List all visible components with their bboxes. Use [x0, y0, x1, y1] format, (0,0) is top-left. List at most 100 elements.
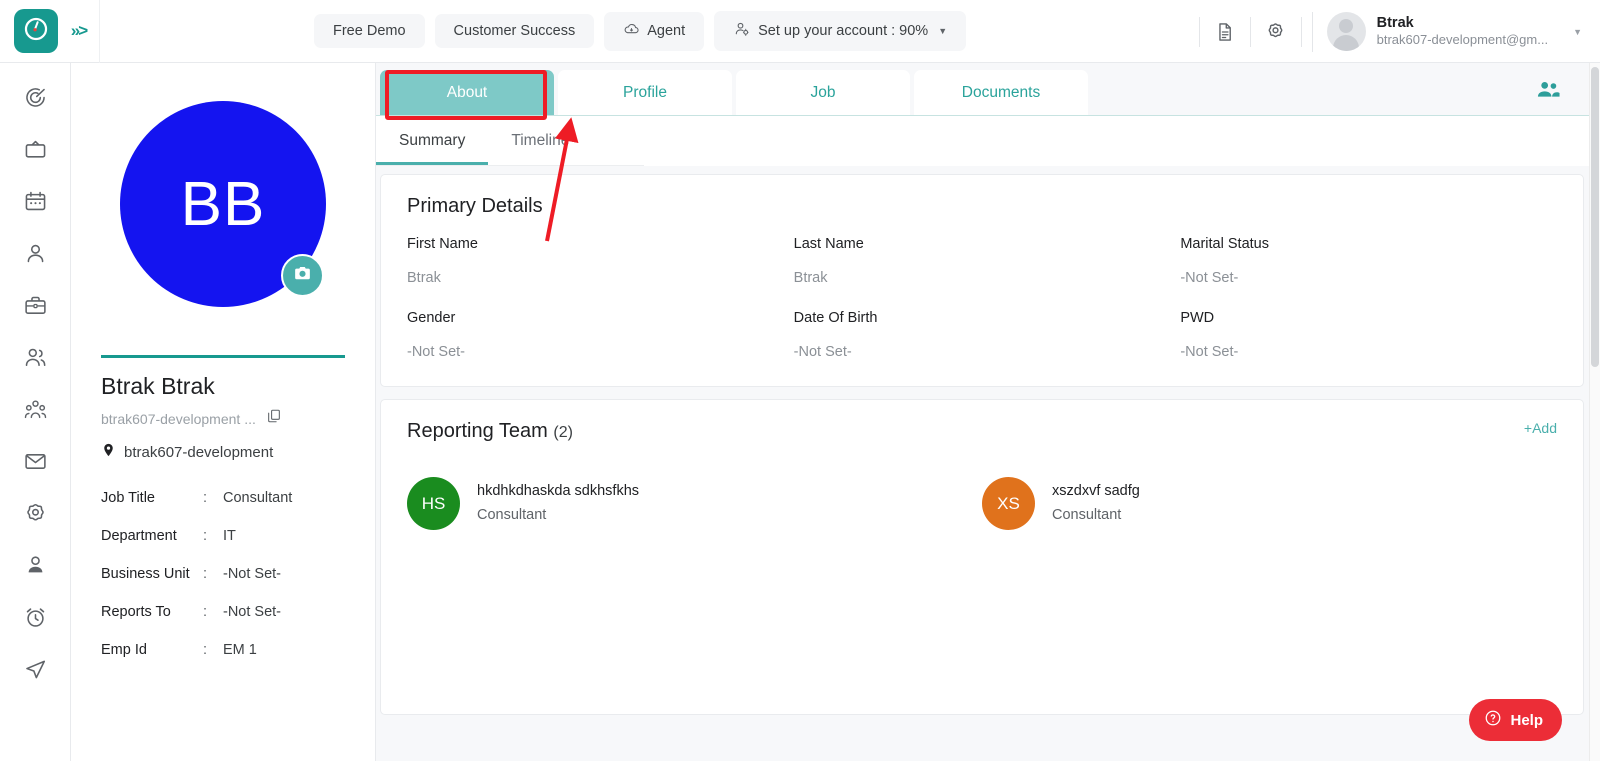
document-icon[interactable] [1204, 11, 1246, 53]
detail-value: -Not Set- [223, 566, 282, 582]
primary-details-title: Primary Details [407, 195, 543, 217]
chevron-down-icon: ▼ [938, 26, 948, 36]
tab-job-label: Job [810, 84, 836, 101]
user-badge-icon [23, 553, 48, 583]
add-team-member-button[interactable]: +Add [1524, 420, 1557, 436]
agent-label: Agent [647, 23, 686, 39]
tab-about[interactable]: About [380, 70, 554, 115]
divider [1249, 16, 1251, 47]
field-value: Btrak [407, 270, 441, 286]
detail-separator: : [203, 490, 208, 506]
reporting-team-header: Reporting Team (2) +Add [407, 420, 1557, 461]
free-demo-button[interactable]: Free Demo [314, 14, 425, 48]
top-nav-buttons: Free Demo Customer Success Agent Set up … [314, 11, 967, 51]
reporting-team-title-text: Reporting Team [407, 420, 548, 442]
team-member-role: Consultant [477, 506, 547, 523]
team-people-icon[interactable] [1535, 77, 1562, 109]
field-marital-status: Marital Status -Not Set- [1180, 236, 1557, 286]
copy-icon[interactable] [266, 408, 282, 429]
sidebar-item-broadcast[interactable] [15, 137, 55, 167]
tab-documents[interactable]: Documents [914, 70, 1088, 115]
sidebar-item-profile[interactable] [15, 553, 55, 583]
detail-separator: : [203, 604, 208, 620]
sidebar-item-mail[interactable] [15, 449, 55, 479]
sidebar-item-attendance[interactable] [15, 605, 55, 635]
field-label: First Name [407, 236, 478, 252]
change-photo-button[interactable] [281, 254, 324, 297]
tab-job[interactable]: Job [736, 70, 910, 115]
sidebar-item-dashboard[interactable] [15, 85, 55, 115]
tv-monitor-icon [23, 137, 48, 167]
avatar: XS [982, 477, 1035, 530]
list-item: Business Unit : -Not Set- [101, 555, 345, 593]
employee-profile-panel: BB Btrak Btrak btrak607-development ... [71, 63, 376, 761]
person-icon [23, 241, 48, 271]
briefcase-icon [23, 293, 48, 323]
primary-tabs: About Profile Job Documents [376, 63, 1600, 116]
agent-button[interactable]: Agent [604, 11, 705, 51]
reporting-team-list: HS hkdhkdhaskda sdkhsfkhs Consultant XS … [407, 477, 1557, 530]
help-button[interactable]: Help [1469, 699, 1562, 741]
detail-value: -Not Set- [223, 604, 282, 620]
sidebar-item-settings[interactable] [15, 501, 55, 531]
list-item: Job Title : Consultant [101, 479, 345, 517]
avatar [1326, 12, 1366, 51]
vertical-scrollbar[interactable] [1589, 63, 1600, 761]
tab-timeline-label: Timeline [511, 131, 570, 149]
detail-separator: : [203, 642, 208, 658]
tab-about-label: About [446, 84, 488, 101]
customer-success-button[interactable]: Customer Success [434, 14, 595, 48]
tab-summary-label: Summary [399, 131, 466, 149]
field-date-of-birth: Date Of Birth -Not Set- [794, 310, 1171, 360]
list-item[interactable]: HS hkdhkdhaskda sdkhsfkhs Consultant [407, 477, 982, 530]
top-header-bar: »> Free Demo Customer Success Agent Set … [0, 0, 1600, 63]
main-content: About Profile Job Documents Summary Time… [376, 63, 1600, 761]
calendar-icon [23, 189, 48, 219]
content-scroll-area: Primary Details First Name Btrak Last Na… [376, 166, 1600, 761]
alarm-clock-icon [23, 605, 48, 635]
application-root: »> Free Demo Customer Success Agent Set … [0, 0, 1600, 761]
field-value: -Not Set- [1180, 270, 1239, 286]
field-label: PWD [1180, 310, 1215, 326]
help-label: Help [1510, 711, 1543, 729]
header-right-cluster: Btrak btrak607-development@gm... ▼ [1195, 0, 1590, 63]
sidebar-item-send[interactable] [15, 657, 55, 687]
list-item: Department : IT [101, 517, 345, 555]
tab-profile[interactable]: Profile [558, 70, 732, 115]
sidebar-expand-button[interactable]: »> [58, 0, 100, 63]
team-member-text: xszdxvf sadfg Consultant [1052, 480, 1140, 528]
scrollbar-thumb[interactable] [1591, 67, 1599, 367]
cloud-download-icon [623, 21, 640, 42]
field-value: -Not Set- [1180, 344, 1239, 360]
detail-key: Reports To [101, 604, 171, 620]
sidebar-item-calendar[interactable] [15, 189, 55, 219]
team-member-text: hkdhkdhaskda sdkhsfkhs Consultant [477, 480, 639, 528]
app-logo[interactable] [14, 9, 58, 53]
gear-icon[interactable] [1255, 11, 1297, 53]
user-account-menu[interactable]: Btrak btrak607-development@gm... ▼ [1311, 11, 1590, 52]
list-item[interactable]: XS xszdxvf sadfg Consultant [982, 477, 1557, 530]
sidebar-item-organization[interactable] [15, 397, 55, 427]
gear-icon [23, 501, 48, 531]
team-member-role: Consultant [1052, 506, 1122, 523]
dashboard-spiral-icon [23, 85, 48, 115]
tab-timeline[interactable]: Timeline [488, 116, 592, 165]
tab-summary[interactable]: Summary [376, 116, 489, 165]
tab-profile-label: Profile [623, 84, 667, 101]
clock-logo-icon [22, 15, 50, 48]
profile-email: btrak607-development ... [101, 410, 256, 427]
reporting-team-count: (2) [553, 424, 573, 441]
avatar: HS [407, 477, 460, 530]
sidebar-item-employee[interactable] [15, 241, 55, 271]
team-member-name: hkdhkdhaskda sdkhsfkhs [477, 482, 640, 499]
sidebar-item-teams[interactable] [15, 345, 55, 375]
customer-success-label: Customer Success [453, 23, 576, 39]
page-title: Btrak Btrak [101, 373, 215, 399]
sidebar-item-jobs[interactable] [15, 293, 55, 323]
detail-value: EM 1 [223, 642, 257, 658]
user-email: btrak607-development@gm... [1376, 32, 1549, 48]
chevron-down-icon: ▼ [1573, 26, 1582, 37]
org-group-icon [23, 397, 48, 427]
setup-account-button[interactable]: Set up your account : 90% ▼ [714, 11, 967, 51]
location-pin-icon [101, 442, 116, 463]
